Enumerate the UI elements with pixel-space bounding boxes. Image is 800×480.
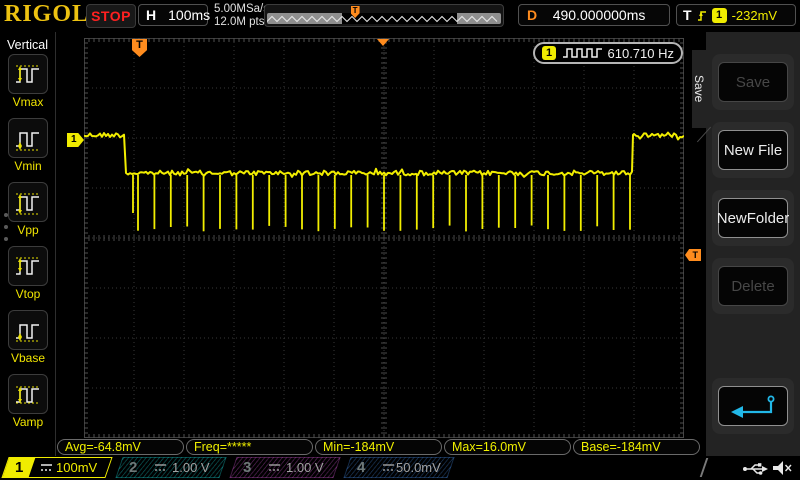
measure-menu-sidebar: Vertical Vmax Vmin Vpp Vtop Vbase Vamp	[0, 32, 56, 456]
return-arrow-icon	[727, 393, 779, 419]
delete-button-block: Delete	[712, 258, 794, 314]
delete-button[interactable]: Delete	[718, 266, 788, 306]
dc-coupling-icon	[40, 463, 53, 472]
vtop-icon	[13, 251, 43, 281]
new-folder-button-block: NewFolder	[712, 190, 794, 246]
menu-page-dots	[4, 205, 8, 249]
channel-number: 1	[15, 459, 23, 476]
back-button-block	[712, 378, 794, 434]
trigger-level-marker[interactable]: T	[685, 249, 701, 261]
delay-menu[interactable]: D 490.000000ms	[518, 4, 670, 26]
sidebar-item-vamp[interactable]: Vamp	[0, 374, 56, 429]
waveform-plot	[84, 38, 684, 438]
sidebar-item-vbase[interactable]: Vbase	[0, 310, 56, 365]
sidebar-item-label: Vamp	[0, 415, 56, 429]
channel1-ground-marker[interactable]: 1	[67, 133, 84, 147]
run-state-indicator[interactable]: STOP	[86, 4, 136, 28]
delay-label: D	[527, 7, 537, 23]
measurement-max: Max=16.0mV	[444, 439, 571, 455]
oscilloscope-screen: RIGOL STOP H 100ms 5.00MSa/s 12.0M pts T…	[0, 0, 800, 480]
channel-4-tab[interactable]: 4 50.0mV	[343, 457, 454, 478]
channel-1-tab[interactable]: 1 100mV	[1, 457, 112, 478]
sidebar-item-label: Vmax	[0, 95, 56, 109]
waveform-display-area	[84, 38, 684, 438]
channel-scale: 1.00 V	[172, 460, 218, 475]
acquisition-info: 5.00MSa/s 12.0M pts	[214, 3, 269, 29]
trigger-menu[interactable]: T 1 -232mV	[676, 4, 796, 26]
new-file-button-block: New File	[712, 122, 794, 178]
square-wave-icon	[562, 47, 602, 59]
sidebar-item-vtop[interactable]: Vtop	[0, 246, 56, 301]
counter-frequency-value: 610.710 Hz	[608, 46, 675, 61]
new-file-button[interactable]: New File	[718, 130, 788, 170]
channel-number: 4	[357, 459, 365, 476]
horizontal-label: H	[146, 7, 156, 23]
menu-title: Vertical	[0, 32, 55, 52]
sidebar-item-vmax[interactable]: Vmax	[0, 54, 56, 109]
dc-coupling-icon	[268, 463, 281, 472]
vamp-icon	[13, 379, 43, 409]
menu-tab-save: Save	[692, 50, 706, 128]
sidebar-item-vmin[interactable]: Vmin	[0, 118, 56, 173]
sidebar-item-label: Vpp	[0, 223, 56, 237]
channel-3-tab[interactable]: 3 1.00 V	[229, 457, 340, 478]
dc-coupling-icon	[382, 463, 395, 472]
counter-channel-badge: 1	[542, 46, 556, 60]
memory-waveform-icon	[267, 13, 501, 24]
sidebar-item-label: Vbase	[0, 351, 56, 365]
channel-2-tab[interactable]: 2 1.00 V	[115, 457, 226, 478]
vmax-icon	[13, 59, 43, 89]
horizontal-timebase-value: 100ms	[168, 7, 210, 23]
brand-logo: RIGOL	[4, 1, 89, 28]
memory-position-bar[interactable]: T	[264, 4, 504, 27]
vmin-icon	[13, 123, 43, 153]
measurement-min: Min=-184mV	[315, 439, 442, 455]
sidebar-item-label: Vtop	[0, 287, 56, 301]
top-bar: RIGOL STOP H 100ms 5.00MSa/s 12.0M pts T…	[0, 0, 800, 32]
rising-edge-icon	[697, 8, 707, 23]
save-button[interactable]: Save	[718, 62, 788, 102]
channel-scale: 100mV	[56, 460, 105, 475]
channel-number: 2	[129, 459, 137, 476]
back-button[interactable]	[718, 386, 788, 426]
channel-scale: 1.00 V	[286, 460, 332, 475]
vpp-icon	[13, 187, 43, 217]
dc-coupling-icon	[154, 463, 167, 472]
trigger-label: T	[683, 7, 692, 23]
sample-rate: 5.00MSa/s	[214, 3, 269, 16]
memory-track	[267, 13, 501, 24]
trigger-source-badge: 1	[712, 8, 727, 23]
new-folder-button[interactable]: NewFolder	[718, 198, 788, 238]
sidebar-item-vpp[interactable]: Vpp	[0, 182, 56, 237]
status-divider	[700, 458, 709, 477]
usb-icon	[742, 461, 768, 476]
measurement-base: Base=-184mV	[573, 439, 700, 455]
horizontal-menu[interactable]: H 100ms	[138, 4, 208, 26]
measurement-avg: Avg=-64.8mV	[57, 439, 184, 455]
softkey-menu-panel: Save Save New File NewFolder Delete	[706, 32, 800, 456]
trigger-level-value: -232mV	[732, 8, 778, 23]
measurement-freq: Freq=*****	[186, 439, 313, 455]
channel-number: 3	[243, 459, 251, 476]
menu-tab-notch	[697, 127, 711, 143]
memory-depth: 12.0M pts	[214, 16, 269, 29]
frequency-counter: 1 610.710 Hz	[533, 42, 683, 64]
save-button-block: Save	[712, 54, 794, 110]
channel-scale: 50.0mV	[396, 460, 449, 475]
speaker-muted-icon	[772, 460, 792, 476]
delay-value: 490.000000ms	[553, 7, 646, 23]
sidebar-item-label: Vmin	[0, 159, 56, 173]
vbase-icon	[13, 315, 43, 345]
